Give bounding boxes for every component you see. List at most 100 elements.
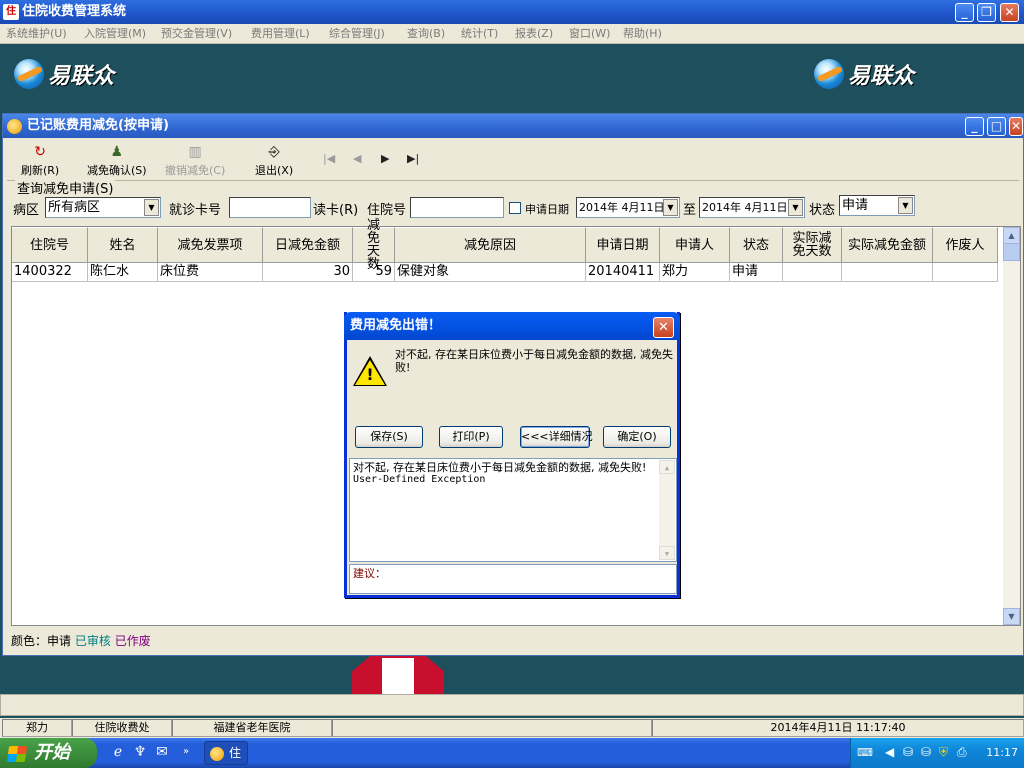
col-header-days[interactable]: 减免天数 <box>353 219 395 271</box>
ok-button[interactable]: 确定(O) <box>603 426 671 448</box>
inpatient-number-input[interactable] <box>410 197 504 218</box>
table-cell[interactable]: 申请 <box>730 263 783 282</box>
refresh-button[interactable]: ↻ 刷新(R) <box>21 144 59 178</box>
menu-general[interactable]: 综合管理(J) <box>329 24 385 44</box>
nav-last-button[interactable]: ▶| <box>407 152 419 165</box>
confirm-reduction-button[interactable]: ♟ 减免确认(S) <box>87 144 147 178</box>
shield-icon[interactable]: ⛨ <box>939 745 948 760</box>
tray-back-icon[interactable]: ◀ <box>885 745 894 759</box>
child-close-button[interactable]: ✕ <box>1009 117 1023 136</box>
dialog-close-button[interactable]: ✕ <box>653 317 674 338</box>
nav-first-button[interactable]: |◀ <box>323 152 335 165</box>
exit-button[interactable]: ⎆ 退出(X) <box>255 144 293 178</box>
chevron-down-icon[interactable]: ▼ <box>144 199 159 216</box>
status-user: 郑力 <box>2 719 72 737</box>
ie-icon[interactable]: ℯ <box>110 744 126 760</box>
date-from-picker[interactable]: 2014年 4月11日 ▼ <box>576 197 680 218</box>
menu-system[interactable]: 系统维护(U) <box>6 24 67 44</box>
table-cell[interactable]: 59 <box>353 263 395 282</box>
network2-icon[interactable]: ⛁ <box>921 745 931 759</box>
card-number-input[interactable] <box>229 197 311 218</box>
scroll-thumb[interactable] <box>1003 243 1020 261</box>
chevron-down-icon[interactable]: ▼ <box>663 199 678 216</box>
table-cell[interactable]: 30 <box>263 263 353 282</box>
scroll-up-icon[interactable]: ▲ <box>1003 227 1020 244</box>
table-cell[interactable] <box>783 263 842 282</box>
chevron-down-icon[interactable]: ▼ <box>788 199 803 216</box>
quicklaunch-app-icon[interactable]: ♆ <box>132 744 148 760</box>
table-cell[interactable]: 郑力 <box>660 263 730 282</box>
child-maximize-button[interactable]: □ <box>987 117 1006 136</box>
command-strip <box>0 694 1024 716</box>
read-card-button[interactable]: 读卡(R) <box>313 199 358 218</box>
ward-label: 病区 <box>13 203 40 218</box>
col-header-apply-date[interactable]: 申请日期 <box>586 227 660 263</box>
quicklaunch-folder-icon[interactable]: ✉ <box>154 744 170 760</box>
menu-deposit[interactable]: 预交金管理(V) <box>161 24 232 44</box>
menu-help[interactable]: 帮助(H) <box>623 24 662 44</box>
table-cell[interactable]: 保健对象 <box>395 263 586 282</box>
brand-logo-right: 易联众 <box>814 56 914 92</box>
menu-bar: 系统维护(U) 入院管理(M) 预交金管理(V) 费用管理(L) 综合管理(J)… <box>0 24 1024 44</box>
menu-query[interactable]: 查询(B) <box>407 24 445 44</box>
grid-vertical-scrollbar[interactable]: ▲ ▼ <box>1003 227 1020 625</box>
nav-next-button[interactable]: ▶ <box>381 152 389 165</box>
status-select[interactable]: 申请 ▼ <box>839 195 915 216</box>
chevron-down-icon[interactable]: ▼ <box>898 197 913 214</box>
col-header-daily-amount[interactable]: 日减免金额 <box>263 227 353 263</box>
detail-scrollbar[interactable]: ▲ ▼ <box>659 460 675 560</box>
taskbar-clock[interactable]: 11:17 <box>978 738 1018 768</box>
date-to-value: 2014年 4月11日 <box>702 201 788 214</box>
menu-fees[interactable]: 费用管理(L) <box>251 24 310 44</box>
print-button[interactable]: 打印(P) <box>439 426 503 448</box>
table-cell[interactable] <box>933 263 998 282</box>
ward-select-value: 所有病区 <box>48 200 101 215</box>
table-cell[interactable]: 陈仁水 <box>88 263 158 282</box>
cancel-reduction-button[interactable]: ▥ 撤销减免(C) <box>165 144 225 178</box>
table-cell[interactable]: 20140411 <box>586 263 660 282</box>
scroll-down-icon[interactable]: ▼ <box>659 546 675 560</box>
minimize-button[interactable]: _ <box>955 3 974 22</box>
apply-date-checkbox[interactable] <box>509 202 521 214</box>
brand-logo-left: 易联众 <box>14 56 114 92</box>
ward-select[interactable]: 所有病区 ▼ <box>45 197 161 218</box>
restore-button[interactable]: ❐ <box>977 3 996 22</box>
chevron-right-icon[interactable]: » <box>178 744 194 760</box>
table-cell[interactable]: 床位费 <box>158 263 263 282</box>
col-header-applicant[interactable]: 申请人 <box>660 227 730 263</box>
table-cell[interactable] <box>842 263 933 282</box>
error-dialog: 费用减免出错！ ✕ ! 对不起, 存在某日床位费小于每日减免金额的数据, 减免失… <box>344 312 680 598</box>
dialog-detail-text[interactable]: 对不起, 存在某日床位费小于每日减免金额的数据, 减免失败! User-Defin… <box>349 458 677 562</box>
col-header-actual-amount[interactable]: 实际减免金额 <box>842 227 933 263</box>
nav-prev-button[interactable]: ◀ <box>353 152 361 165</box>
col-header-reason[interactable]: 减免原因 <box>395 227 586 263</box>
col-header-status[interactable]: 状态 <box>730 227 783 263</box>
save-button[interactable]: 保存(S) <box>355 426 423 448</box>
printer-icon[interactable]: ⎙ <box>957 745 967 760</box>
scroll-down-icon[interactable]: ▼ <box>1003 608 1020 625</box>
status-bar: 郑力 住院收费处 福建省老年医院 2014年4月11日 11:17:40 <box>0 718 1024 738</box>
col-header-invoice-item[interactable]: 减免发票项 <box>158 227 263 263</box>
child-minimize-button[interactable]: _ <box>965 117 984 136</box>
col-header-voided-by[interactable]: 作废人 <box>933 227 998 263</box>
keyboard-icon[interactable]: ⌨ <box>857 746 873 759</box>
close-button[interactable]: ✕ <box>1000 3 1019 22</box>
col-header-name[interactable]: 姓名 <box>88 227 158 263</box>
col-header-actual-days[interactable]: 实际减免天数 <box>783 227 842 263</box>
menu-admission[interactable]: 入院管理(M) <box>84 24 146 44</box>
menu-reports[interactable]: 报表(Z) <box>515 24 553 44</box>
menu-window[interactable]: 窗口(W) <box>569 24 610 44</box>
details-button[interactable]: <<<详细情况 <box>520 426 593 448</box>
dialog-title: 费用减免出错！ <box>350 318 442 333</box>
col-header-inpatient-no[interactable]: 住院号 <box>12 227 88 263</box>
table-cell[interactable]: 1400322 <box>12 263 88 282</box>
menu-statistics[interactable]: 统计(T) <box>461 24 498 44</box>
window-icon <box>7 119 22 134</box>
network-icon[interactable]: ⛁ <box>903 745 913 759</box>
dialog-advice-text[interactable]: 建议： <box>349 564 677 594</box>
date-to-picker[interactable]: 2014年 4月11日 ▼ <box>699 197 805 218</box>
app-logo-icon[interactable]: 住 <box>3 4 19 20</box>
status-department: 住院收费处 <box>72 719 172 737</box>
scroll-up-icon[interactable]: ▲ <box>659 460 675 474</box>
legend-reviewed: 已审核 <box>74 634 111 648</box>
